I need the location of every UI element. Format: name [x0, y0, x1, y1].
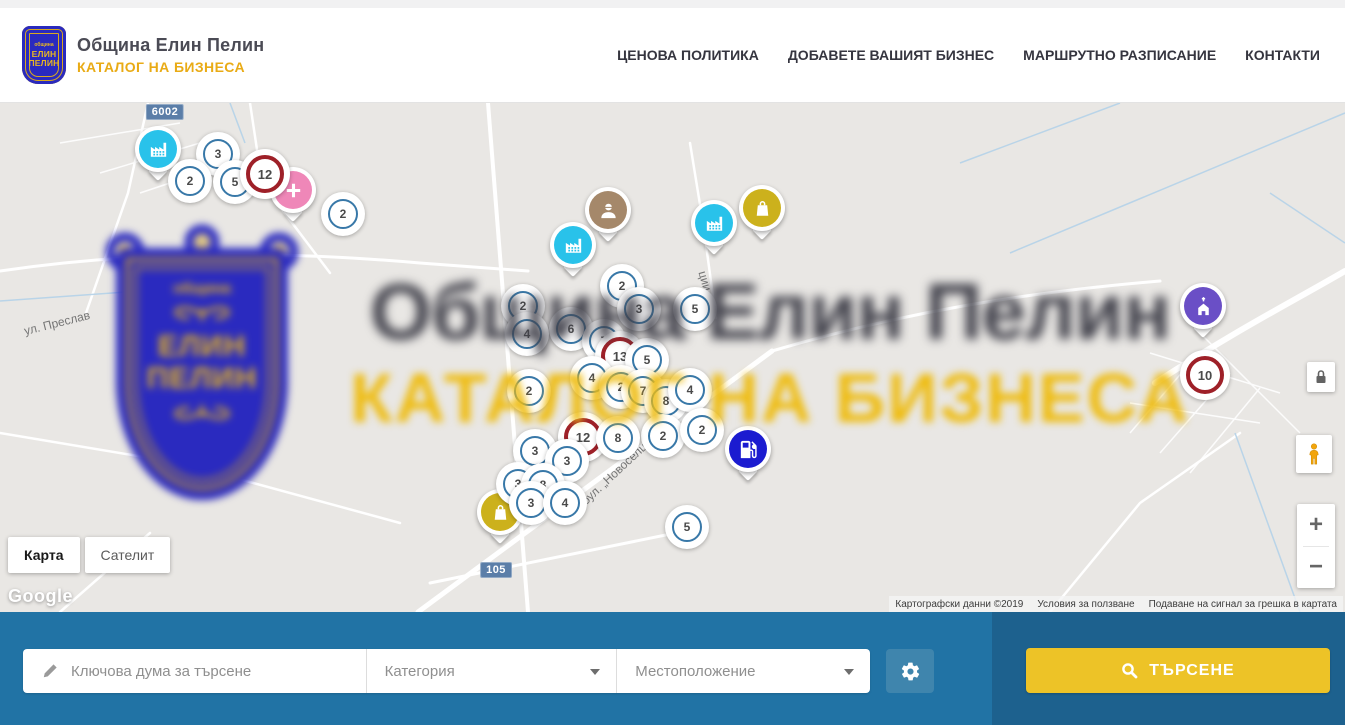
map-cluster-marker[interactable]: 3 [617, 287, 661, 331]
lock-scroll-button[interactable] [1307, 362, 1335, 392]
brand-text: Община Елин Пелин КАТАЛОГ НА БИЗНЕСА [77, 35, 264, 75]
map-cluster-marker[interactable]: 2 [321, 192, 365, 236]
worker-icon [589, 191, 627, 229]
map-cluster-marker[interactable]: 10 [1180, 350, 1230, 400]
map-cluster-marker[interactable]: 4 [543, 481, 587, 525]
cluster-count: 5 [672, 512, 702, 542]
crest-line2: ПЕЛИН [29, 59, 60, 68]
cluster-count: 12 [246, 155, 284, 193]
nav-item-add-business[interactable]: ДОБАВЕТЕ ВАШИЯТ БИЗНЕС [788, 47, 994, 63]
map-cluster-marker[interactable]: 2 [168, 159, 212, 203]
search-bar: Категория Местоположение [23, 649, 870, 693]
map-pin-fuel[interactable] [725, 426, 771, 472]
main-nav: ЦЕНОВА ПОЛИТИКА ДОБАВЕТЕ ВАШИЯТ БИЗНЕС М… [617, 47, 1320, 63]
nav-item-timetable[interactable]: МАРШРУТНО РАЗПИСАНИЕ [1023, 47, 1216, 63]
map-type-satellite-button[interactable]: Сателит [85, 537, 171, 573]
search-icon [1121, 662, 1138, 679]
road-number-shield: 105 [480, 562, 512, 578]
header: община ЕЛИН ПЕЛИН Община Елин Пелин КАТА… [0, 8, 1345, 103]
site-subtitle: КАТАЛОГ НА БИЗНЕСА [77, 59, 264, 75]
zoom-in-button[interactable]: + [1297, 504, 1335, 546]
cluster-count: 3 [624, 294, 654, 324]
cluster-count: 2 [648, 421, 678, 451]
map-cluster-marker[interactable]: 2 [680, 408, 724, 452]
map-cluster-marker[interactable]: 8 [596, 416, 640, 460]
map-cluster-marker[interactable]: 4 [668, 368, 712, 412]
cluster-count: 10 [1186, 356, 1224, 394]
map-type-control: Карта Сателит [8, 537, 170, 573]
nav-item-contacts[interactable]: КОНТАКТИ [1245, 47, 1320, 63]
factory-icon [139, 130, 177, 168]
location-value: Местоположение [635, 663, 755, 680]
cluster-count: 2 [514, 376, 544, 406]
pencil-icon [41, 662, 59, 680]
site-logo-link[interactable]: община ЕЛИН ПЕЛИН Община Елин Пелин КАТА… [22, 26, 264, 84]
google-logo[interactable]: Google [8, 586, 73, 607]
advanced-search-button[interactable] [886, 649, 934, 693]
shopping-bag-icon [743, 189, 781, 227]
zoom-control: + − [1297, 504, 1335, 588]
cluster-count: 8 [603, 423, 633, 453]
map-cluster-marker[interactable]: 12 [240, 149, 290, 199]
map-cluster-marker[interactable]: 2 [507, 369, 551, 413]
church-icon [1184, 287, 1222, 325]
cluster-count: 2 [687, 415, 717, 445]
search-submit-button[interactable]: ТЪРСЕНЕ [1026, 648, 1330, 693]
municipality-crest-icon: община ЕЛИН ПЕЛИН [22, 26, 66, 84]
cluster-count: 5 [680, 294, 710, 324]
cluster-count: 3 [516, 488, 546, 518]
map-pin-factory[interactable] [550, 222, 596, 268]
keyword-input[interactable] [71, 663, 341, 680]
chevron-down-icon [590, 669, 600, 675]
map-pin-factory[interactable] [691, 200, 737, 246]
attribution-copyright: Картографски данни ©2019 [895, 599, 1023, 610]
zoom-out-button[interactable]: − [1297, 547, 1335, 589]
gear-icon [900, 661, 921, 682]
pegman-icon [1303, 441, 1325, 467]
map-cluster-marker[interactable]: 4 [505, 312, 549, 356]
road-number-shield: 6002 [146, 104, 184, 120]
keyword-field[interactable] [23, 649, 366, 693]
cluster-count: 2 [328, 199, 358, 229]
page: община ЕЛИН ПЕЛИН Община Елин Пелин КАТА… [0, 0, 1345, 725]
attribution-report-link[interactable]: Подаване на сигнал за грешка в картата [1149, 599, 1337, 610]
cluster-count: 4 [512, 319, 542, 349]
nav-item-pricing[interactable]: ЦЕНОВА ПОЛИТИКА [617, 47, 759, 63]
cluster-count: 4 [550, 488, 580, 518]
fuel-icon [729, 430, 767, 468]
map-pin-worker[interactable] [585, 187, 631, 233]
site-title: Община Елин Пелин [77, 35, 264, 56]
crest-top-word: община [34, 42, 53, 48]
cluster-count: 2 [175, 166, 205, 196]
category-select[interactable]: Категория [367, 649, 617, 693]
map-pin-shopping-bag[interactable] [739, 185, 785, 231]
location-select[interactable]: Местоположение [617, 649, 870, 693]
category-value: Категория [385, 663, 455, 680]
search-button-label: ТЪРСЕНЕ [1149, 662, 1234, 680]
factory-icon [554, 226, 592, 264]
chevron-down-icon [844, 669, 854, 675]
lock-icon [1314, 369, 1328, 385]
map-attribution: Картографски данни ©2019 Условия за полз… [889, 596, 1343, 612]
factory-icon [695, 204, 733, 242]
top-strip [0, 0, 1345, 8]
street-view-pegman-button[interactable] [1296, 435, 1332, 473]
attribution-terms-link[interactable]: Условия за ползване [1037, 599, 1134, 610]
map-cluster-marker[interactable]: 5 [673, 287, 717, 331]
map-pin-church[interactable] [1180, 283, 1226, 329]
map-type-map-button[interactable]: Карта [8, 537, 80, 573]
cluster-count: 4 [675, 375, 705, 405]
map-cluster-marker[interactable]: 2 [641, 414, 685, 458]
map-cluster-marker[interactable]: 5 [665, 505, 709, 549]
